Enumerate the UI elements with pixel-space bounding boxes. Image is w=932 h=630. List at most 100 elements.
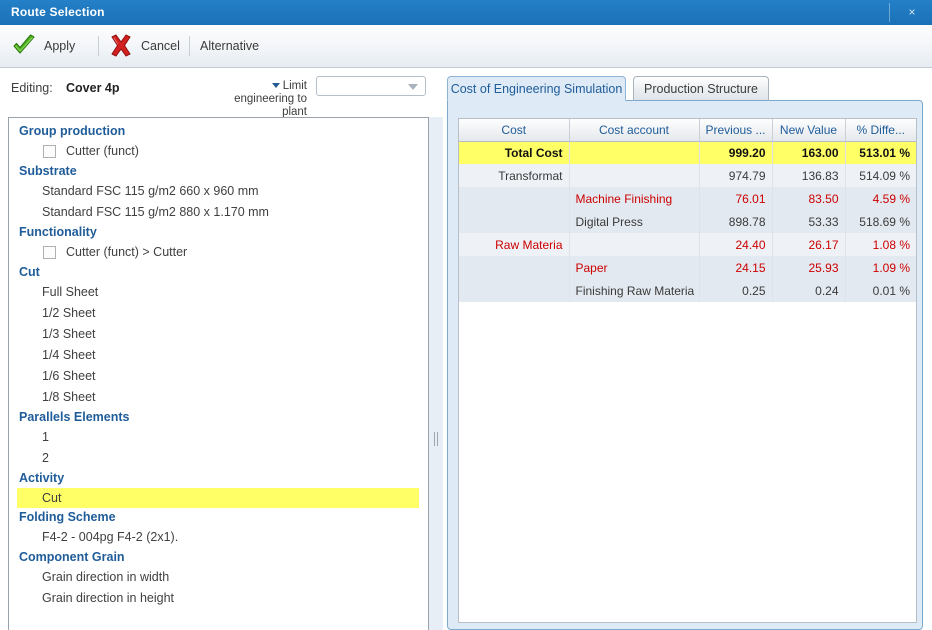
table-body: Total Cost 999.20 163.00 513.01 % Transforma…	[459, 141, 916, 302]
table-row[interactable]: Finishing Raw Materia 0.25 0.24 0.01 %	[459, 279, 916, 302]
apply-button[interactable]: Apply	[11, 25, 75, 67]
tree-item[interactable]: 1/4 Sheet	[9, 345, 428, 366]
cost-table: Cost Cost account Previous ... New Value…	[459, 119, 916, 302]
cell-pct-difference: 0.01 %	[845, 279, 916, 302]
tree-group-header: Component Grain	[19, 550, 125, 564]
tree-item[interactable]: Grain direction in width	[9, 567, 428, 588]
editing-label: Editing:	[11, 81, 53, 95]
panel-splitter[interactable]	[429, 117, 443, 630]
tree-group-header: Activity	[19, 471, 65, 485]
tree-item[interactable]: 1/6 Sheet	[9, 366, 428, 387]
cell-cost: Raw Materia	[459, 233, 570, 256]
cancel-label: Cancel	[141, 39, 180, 53]
tab-production-structure[interactable]: Production Structure	[633, 76, 769, 101]
tree-group-header: Group production	[19, 124, 126, 138]
tree-item-label: Grain direction in width	[42, 570, 170, 584]
tree-item[interactable]: Grain direction in height	[9, 588, 428, 609]
tree-item[interactable]: Cutter (funct)	[9, 141, 428, 162]
cell-new-value: 0.24	[772, 279, 846, 302]
cell-previous-value: 24.40	[699, 233, 773, 256]
column-header-cost[interactable]: Cost	[459, 119, 570, 142]
table-row[interactable]: Total Cost 999.20 163.00 513.01 %	[459, 141, 916, 164]
tree-item[interactable]: 2	[9, 448, 428, 469]
tree-item[interactable]: 1/2 Sheet	[9, 303, 428, 324]
cell-pct-difference: 4.59 %	[845, 187, 916, 210]
checkbox-unchecked-icon[interactable]	[43, 246, 56, 259]
table-row[interactable]: Machine Finishing 76.01 83.50 4.59 %	[459, 187, 916, 210]
cell-cost-account: Digital Press	[569, 210, 700, 233]
tree-item-label: Full Sheet	[42, 285, 99, 299]
cell-cost: Transformat	[459, 164, 570, 187]
tree-item[interactable]: Full Sheet	[9, 282, 428, 303]
limit-engineering-select[interactable]	[316, 76, 426, 96]
cell-cost	[459, 279, 570, 302]
cell-cost-account	[569, 164, 700, 187]
green-check-icon	[11, 34, 37, 58]
cell-pct-difference: 1.08 %	[845, 233, 916, 256]
limit-engineering-text: Limit engineering to plant	[234, 80, 307, 118]
cost-grid[interactable]: Cost Cost account Previous ... New Value…	[458, 118, 917, 623]
tree-item[interactable]: Cutter (funct) > Cutter	[9, 242, 428, 263]
cell-cost-account: Paper	[569, 256, 700, 279]
tabstrip: Cost of Engineering Simulation Productio…	[447, 76, 923, 101]
column-header-pct-difference[interactable]: % Diffe...	[845, 119, 916, 142]
route-selection-window: Route Selection × Apply Cancel Alternati…	[0, 0, 932, 630]
tree-item-label: Cut	[42, 491, 62, 505]
column-header-cost-account[interactable]: Cost account	[569, 119, 700, 142]
splitter-grip-icon	[434, 432, 438, 446]
cell-new-value: 163.00	[772, 141, 846, 164]
tree-item[interactable]: 1/8 Sheet	[9, 387, 428, 408]
cell-previous-value: 898.78	[699, 210, 773, 233]
cancel-button[interactable]: Cancel	[108, 25, 180, 67]
cell-pct-difference: 1.09 %	[845, 256, 916, 279]
route-options-tree[interactable]: Group production Cutter (funct) Substrate S…	[8, 117, 429, 630]
table-row[interactable]: Digital Press 898.78 53.33 518.69 %	[459, 210, 916, 233]
window-title: Route Selection	[11, 5, 105, 19]
tree-item-label: 2	[42, 451, 49, 465]
tree-item-label: 1/4 Sheet	[42, 348, 96, 362]
tree-item-label: 1/3 Sheet	[42, 327, 96, 341]
cell-new-value: 53.33	[772, 210, 846, 233]
editing-value: Cover 4p	[66, 81, 120, 95]
column-header-previous-value[interactable]: Previous ...	[699, 119, 773, 142]
tab-content-panel: Cost Cost account Previous ... New Value…	[447, 100, 923, 630]
cell-previous-value: 974.79	[699, 164, 773, 187]
cell-cost-account: Finishing Raw Materia	[569, 279, 700, 302]
table-row[interactable]: Raw Materia 24.40 26.17 1.08 %	[459, 233, 916, 256]
alternative-button[interactable]: Alternative	[200, 25, 259, 67]
tree-item[interactable]: 1	[9, 427, 428, 448]
column-header-new-value[interactable]: New Value	[772, 119, 846, 142]
titlebar-divider	[889, 3, 890, 22]
tab-label: Production Structure	[644, 82, 758, 96]
tree-item[interactable]: Standard FSC 115 g/m2 880 x 1.170 mm	[9, 202, 428, 223]
red-x-icon	[108, 34, 134, 58]
cell-new-value: 25.93	[772, 256, 846, 279]
cell-previous-value: 24.15	[699, 256, 773, 279]
tree-item[interactable]: 1/3 Sheet	[9, 324, 428, 345]
table-header-row: Cost Cost account Previous ... New Value…	[459, 119, 916, 142]
cell-cost-account: Machine Finishing	[569, 187, 700, 210]
cell-new-value: 136.83	[772, 164, 846, 187]
tree-group-header: Functionality	[19, 225, 97, 239]
close-icon[interactable]: ×	[900, 4, 924, 21]
tree-item[interactable]: Cut	[17, 488, 419, 508]
tree-item-label: Cutter (funct) > Cutter	[66, 245, 188, 259]
checkbox-unchecked-icon[interactable]	[43, 145, 56, 158]
tree-item-label: 1/2 Sheet	[42, 306, 96, 320]
tab-cost-of-engineering-simulation[interactable]: Cost of Engineering Simulation	[447, 76, 626, 101]
window-titlebar: Route Selection ×	[0, 0, 932, 26]
table-row[interactable]: Transformat 974.79 136.83 514.09 %	[459, 164, 916, 187]
tree-group-header: Substrate	[19, 164, 77, 178]
table-row[interactable]: Paper 24.15 25.93 1.09 %	[459, 256, 916, 279]
tree-item-label: Standard FSC 115 g/m2 660 x 960 mm	[42, 184, 259, 198]
cell-previous-value: 76.01	[699, 187, 773, 210]
tree-item[interactable]: F4-2 - 004pg F4-2 (2x1).	[9, 527, 428, 548]
tree-group-header: Folding Scheme	[19, 510, 116, 524]
cell-pct-difference: 513.01 %	[845, 141, 916, 164]
tree-item-label: 1	[42, 430, 49, 444]
tree-group-header: Parallels Elements	[19, 410, 130, 424]
tree-item[interactable]: Standard FSC 115 g/m2 660 x 960 mm	[9, 181, 428, 202]
caret-down-icon	[271, 83, 280, 88]
cell-cost: Total Cost	[459, 141, 570, 164]
alternative-label: Alternative	[200, 39, 260, 53]
